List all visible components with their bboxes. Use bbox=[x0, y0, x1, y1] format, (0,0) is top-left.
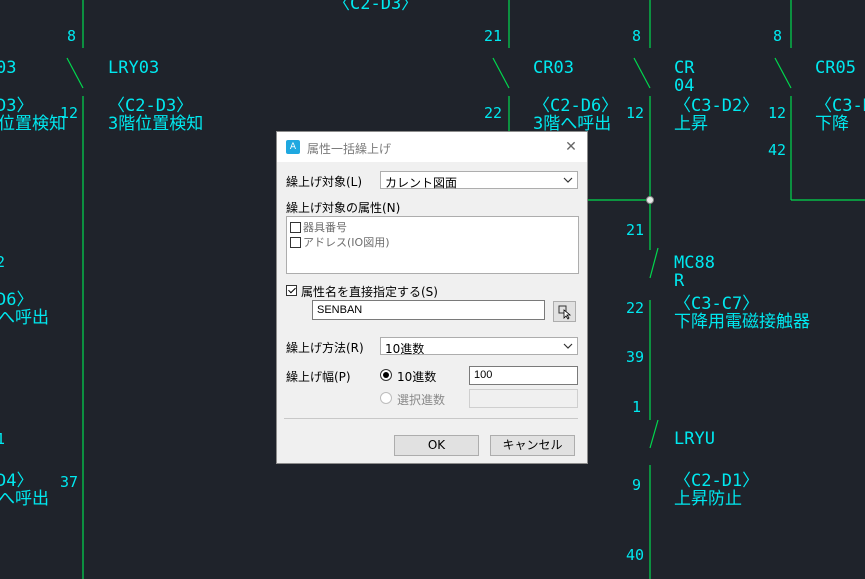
attributes-list[interactable]: 器具番号 アドレス(IO図用) bbox=[286, 216, 579, 274]
desc-label: 上昇 bbox=[674, 114, 708, 134]
pick-attribute-button[interactable] bbox=[553, 301, 576, 322]
ref-label: D3〉 bbox=[0, 96, 34, 116]
bulk-increment-dialog: A 属性一括繰上げ ✕ 繰上げ対象(L) カレント図面 繰上げ対象の属性(N) … bbox=[276, 131, 588, 464]
device-label: LRY03 bbox=[108, 58, 160, 78]
pin-number: 8 bbox=[632, 27, 642, 45]
ref-label: 〈C2-D3〉 bbox=[108, 96, 194, 116]
desc-label: 上昇防止 bbox=[674, 489, 742, 509]
chevron-down-icon bbox=[563, 177, 573, 183]
pick-cursor-icon bbox=[558, 305, 572, 320]
device-label: CR bbox=[674, 58, 695, 78]
pin-number: 22 bbox=[484, 104, 503, 122]
ref-label: 〈C3-D2〉 bbox=[674, 96, 760, 116]
radio-decimal[interactable] bbox=[380, 369, 392, 381]
pin-number: 1 bbox=[632, 398, 642, 416]
ref-label: D4〉 bbox=[0, 471, 34, 491]
radio-decimal-label: 10進数 bbox=[397, 370, 437, 384]
desc-label: 3階位置検知 bbox=[108, 114, 204, 134]
desc-label: 位置検知 bbox=[0, 114, 66, 134]
device-label: CR05 bbox=[815, 58, 856, 78]
pin-number: 12 bbox=[768, 104, 787, 122]
pin-number: 39 bbox=[626, 348, 645, 366]
pin-number: 1 bbox=[0, 430, 6, 448]
device-label: 04 bbox=[674, 76, 695, 96]
chevron-down-icon bbox=[563, 343, 573, 349]
target-select[interactable]: カレント図面 bbox=[380, 171, 578, 190]
pin-number: 9 bbox=[632, 476, 642, 494]
pin-number: 12 bbox=[60, 104, 79, 122]
dialog-title: 属性一括繰上げ bbox=[307, 142, 392, 156]
pin-number: 42 bbox=[768, 141, 787, 159]
pin-number: 8 bbox=[67, 27, 77, 45]
pin-number: 21 bbox=[626, 221, 645, 239]
attribute-label: 器具番号 bbox=[303, 221, 347, 234]
desc-label: 下降 bbox=[815, 114, 849, 134]
device-label: LRYU bbox=[674, 429, 715, 449]
pin-number: 2 bbox=[0, 253, 6, 271]
direct-specify-label: 属性名を直接指定する(S) bbox=[301, 285, 438, 299]
pin-number: 22 bbox=[626, 299, 645, 317]
select-base-input[interactable] bbox=[469, 389, 578, 408]
ref-label: 〈C2-D3〉 bbox=[333, 0, 419, 14]
pin-number: 37 bbox=[60, 473, 79, 491]
device-label: 03 bbox=[0, 58, 17, 78]
increment-width-value: 100 bbox=[474, 369, 493, 381]
target-label: 繰上げ対象(L) bbox=[286, 175, 363, 189]
attribute-checkbox[interactable] bbox=[290, 222, 301, 233]
radio-select-base[interactable] bbox=[380, 392, 392, 404]
close-icon[interactable]: ✕ bbox=[563, 139, 579, 155]
method-label: 繰上げ方法(R) bbox=[286, 341, 364, 355]
pin-number: 40 bbox=[626, 546, 645, 564]
attribute-label: アドレス(IO図用) bbox=[303, 236, 390, 249]
dialog-title-bar[interactable]: A 属性一括繰上げ ✕ bbox=[277, 132, 587, 162]
device-label: MC88 bbox=[674, 253, 715, 273]
method-select[interactable]: 10進数 bbox=[380, 337, 578, 356]
app-icon: A bbox=[286, 140, 300, 154]
ref-label: 〈C3-D4 bbox=[815, 96, 865, 116]
target-select-value: カレント図面 bbox=[385, 176, 458, 190]
ok-button[interactable]: OK bbox=[394, 435, 479, 456]
pin-number: 8 bbox=[773, 27, 783, 45]
pin-number: 12 bbox=[626, 104, 645, 122]
radio-select-base-label: 選択進数 bbox=[397, 393, 446, 407]
cancel-button[interactable]: キャンセル bbox=[490, 435, 575, 456]
device-label: R bbox=[674, 271, 685, 291]
divider bbox=[284, 418, 578, 419]
attribute-name-value: SENBAN bbox=[317, 304, 363, 316]
desc-label: へ呼出 bbox=[0, 489, 49, 509]
junction-node bbox=[646, 196, 654, 204]
ref-label: 〈C2-D6〉 bbox=[533, 96, 619, 116]
method-select-value: 10進数 bbox=[385, 342, 425, 356]
ref-label: D6〉 bbox=[0, 290, 34, 310]
attribute-name-input[interactable]: SENBAN bbox=[312, 300, 545, 320]
ref-label: 〈C3-C7〉 bbox=[674, 294, 760, 314]
increment-width-input[interactable]: 100 bbox=[469, 366, 578, 385]
attribute-checkbox[interactable] bbox=[290, 237, 301, 248]
device-label: CR03 bbox=[533, 58, 574, 78]
direct-specify-checkbox[interactable] bbox=[286, 285, 297, 296]
attributes-label: 繰上げ対象の属性(N) bbox=[286, 201, 401, 215]
width-label: 繰上げ幅(P) bbox=[286, 370, 351, 384]
pin-number: 21 bbox=[484, 27, 503, 45]
ref-label: 〈C2-D1〉 bbox=[674, 471, 760, 491]
desc-label: へ呼出 bbox=[0, 308, 49, 328]
desc-label: 下降用電磁接触器 bbox=[674, 312, 810, 332]
